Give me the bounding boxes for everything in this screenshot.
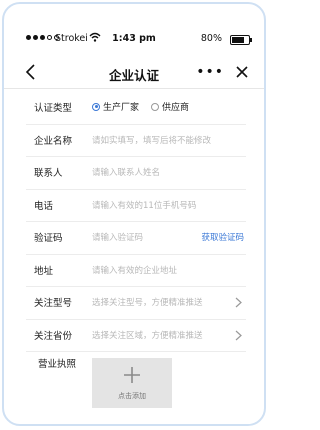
- verification-code-row: 验证码 请输入验证码 获取验证码: [26, 222, 246, 255]
- phone-input[interactable]: 请输入有效的11位手机号码: [92, 199, 196, 211]
- battery-percentage: 80%: [200, 33, 222, 44]
- model-row[interactable]: 关注型号 选择关注型号，方便精准推送: [26, 287, 246, 320]
- get-code-button[interactable]: 获取验证码: [201, 231, 244, 243]
- battery-icon: [230, 35, 252, 45]
- certification-type-row: 认证类型 生产厂家 供应商: [26, 92, 246, 125]
- phone-row: 电话 请输入有效的11位手机号码: [26, 190, 246, 222]
- radio-manufacturer[interactable]: 生产厂家: [92, 100, 139, 113]
- province-label: 关注省份: [34, 330, 73, 342]
- company-name-row: 企业名称 请如实填写，填写后将不能修改: [26, 125, 246, 157]
- verification-code-label: 验证码: [34, 233, 63, 244]
- radio-supplier[interactable]: 供应商: [151, 100, 189, 113]
- certification-type-radio-group: 生产厂家 供应商: [92, 100, 189, 113]
- province-select[interactable]: 选择关注区域，方便精准推送: [92, 329, 203, 341]
- clock: 1:43 pm: [112, 33, 156, 44]
- certification-form: 认证类型 生产厂家 供应商 企业名称 请如实填写，填写后将不能修改 联系人 请输…: [4, 92, 264, 424]
- close-icon[interactable]: [234, 64, 250, 80]
- company-name-label: 企业名称: [34, 135, 73, 147]
- phone-frame: Strokei 1:43 pm 80% 企业认证 ••• 认证类型 生产厂家 供…: [2, 2, 266, 426]
- model-label: 关注型号: [34, 298, 73, 309]
- business-license-row: 营业执照 点击添加: [26, 352, 246, 424]
- upload-label: 点击添加: [118, 392, 146, 400]
- business-license-label: 营业执照: [38, 359, 77, 370]
- contact-row: 联系人 请输入联系人姓名: [26, 157, 246, 190]
- nav-bar: 企业认证 •••: [4, 58, 264, 88]
- address-input[interactable]: 请输入有效的企业地址: [92, 264, 177, 276]
- radio-checked-icon: [92, 102, 100, 111]
- phone-label: 电话: [34, 200, 54, 212]
- verification-code-input[interactable]: 请输入验证码: [92, 231, 143, 243]
- company-name-input[interactable]: 请如实填写，填写后将不能修改: [92, 134, 211, 146]
- certification-type-label: 认证类型: [34, 103, 73, 114]
- model-select[interactable]: 选择关注型号，方便精准推送: [92, 296, 203, 308]
- radio-manufacturer-label: 生产厂家: [103, 103, 140, 113]
- more-options-icon[interactable]: •••: [196, 65, 224, 79]
- chevron-right-icon: [235, 330, 242, 340]
- address-label: 地址: [34, 265, 54, 277]
- nav-divider: [4, 88, 264, 89]
- plus-icon: [124, 367, 140, 383]
- address-row: 地址 请输入有效的企业地址: [26, 255, 246, 287]
- license-upload-button[interactable]: 点击添加: [92, 358, 172, 408]
- page-title: 企业认证: [108, 68, 159, 83]
- chevron-right-icon: [235, 297, 242, 308]
- province-row[interactable]: 关注省份 选择关注区域，方便精准推送: [26, 320, 246, 352]
- status-bar: Strokei 1:43 pm 80%: [4, 30, 264, 50]
- radio-unchecked-icon: [151, 102, 160, 111]
- radio-supplier-label: 供应商: [162, 103, 190, 113]
- contact-input[interactable]: 请输入联系人姓名: [92, 166, 160, 178]
- contact-label: 联系人: [34, 168, 63, 179]
